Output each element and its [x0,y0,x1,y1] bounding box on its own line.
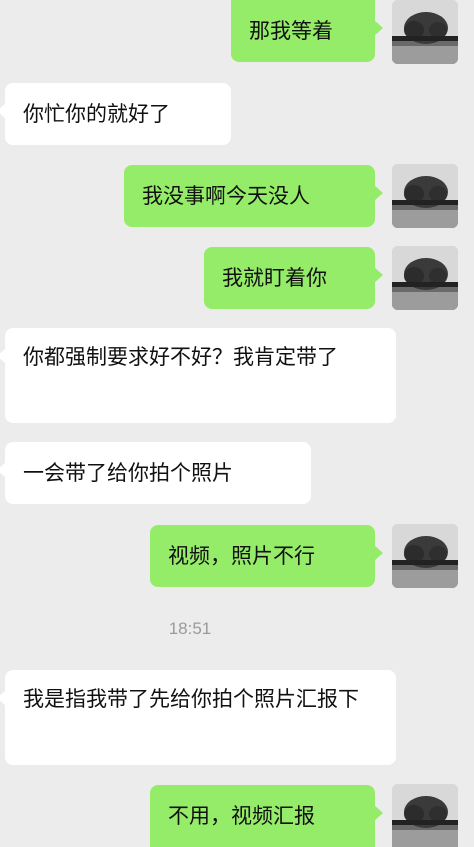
tree-photo-icon [392,524,458,588]
message-text: 视频，照片不行 [168,544,315,568]
outgoing-message-bubble[interactable]: 不用，视频汇报 [150,785,383,847]
incoming-message-bubble[interactable]: 我是指我带了先给你拍个照片汇报下 [0,670,396,765]
message-text: 我是指我带了先给你拍个照片汇报下 [23,687,359,711]
message-text: 一会带了给你拍个照片 [23,461,233,485]
message-timestamp: 18:51 [168,619,212,638]
tree-photo-icon [392,0,458,64]
message-text: 我没事啊今天没人 [142,184,310,208]
outgoing-message-bubble[interactable]: 那我等着 [231,0,383,62]
tree-photo-icon [392,784,458,847]
message-text: 你忙你的就好了 [23,102,170,126]
user-avatar[interactable] [392,246,458,310]
message-text: 那我等着 [249,19,333,43]
user-avatar[interactable] [392,164,458,228]
incoming-message-bubble[interactable]: 你忙你的就好了 [0,83,231,145]
user-avatar[interactable] [392,524,458,588]
outgoing-message-bubble[interactable]: 视频，照片不行 [150,525,383,587]
outgoing-message-bubble[interactable]: 我就盯着你 [204,247,383,309]
chat-message-list[interactable]: 那我等着 你忙你的就好了 我没事啊今天没人 我就盯着你 你都强制要求好不好？我肯… [0,0,474,847]
message-text: 我就盯着你 [222,266,327,290]
incoming-message-bubble[interactable]: 你都强制要求好不好？我肯定带了 [0,328,396,423]
incoming-message-bubble[interactable]: 一会带了给你拍个照片 [0,442,311,504]
tree-photo-icon [392,164,458,228]
user-avatar[interactable] [392,784,458,847]
message-text: 你都强制要求好不好？我肯定带了 [23,345,338,369]
tree-photo-icon [392,246,458,310]
outgoing-message-bubble[interactable]: 我没事啊今天没人 [124,165,383,227]
message-text: 不用，视频汇报 [168,804,315,828]
user-avatar[interactable] [392,0,458,64]
